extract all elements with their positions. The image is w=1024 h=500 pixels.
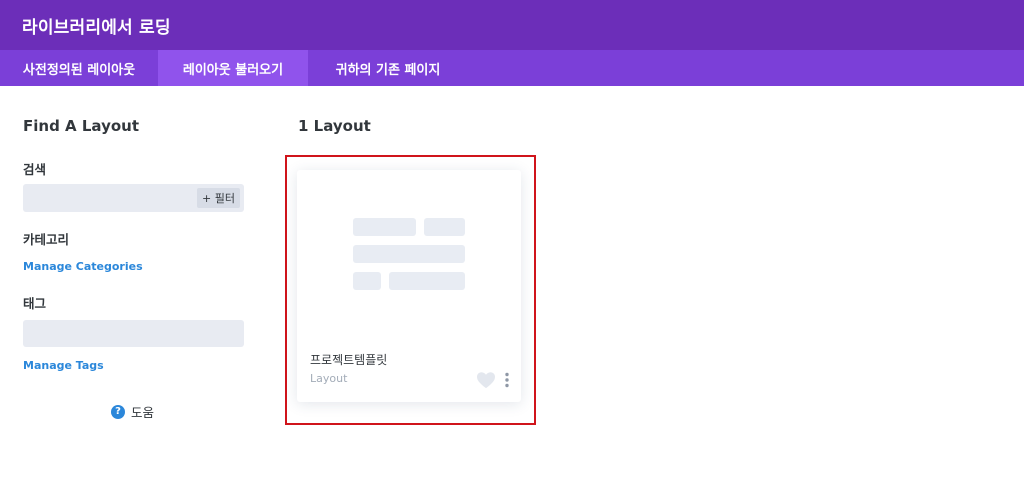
layout-card-title: 프로젝트템플릿: [310, 353, 388, 367]
tag-input[interactable]: [23, 320, 244, 347]
search-label: 검색: [23, 162, 47, 177]
tab-existing-pages[interactable]: 귀하의 기존 페이지: [308, 50, 468, 86]
help-icon: ?: [111, 404, 125, 419]
tag-label: 태그: [23, 296, 47, 311]
search-input[interactable]: + 필터: [23, 184, 244, 212]
header-title: 라이브러리에서 로딩: [22, 17, 171, 38]
heart-icon[interactable]: [476, 371, 496, 389]
sidebar-heading: Find A Layout: [23, 117, 140, 135]
more-options-icon[interactable]: [502, 372, 512, 388]
help-button[interactable]: ? 도움: [111, 402, 154, 421]
category-label: 카테고리: [23, 232, 70, 247]
filter-button[interactable]: + 필터: [197, 188, 240, 208]
tab-load-layout[interactable]: 레이아웃 불러오기: [158, 50, 308, 86]
layout-card-type: Layout: [310, 372, 348, 385]
tab-bar: 사전정의된 레이아웃 레이아웃 불러오기 귀하의 기존 페이지: [0, 50, 1024, 86]
help-label: 도움: [131, 405, 155, 420]
layout-card[interactable]: 프로젝트템플릿 Layout: [297, 170, 521, 402]
modal-header: 라이브러리에서 로딩: [0, 0, 1024, 50]
tab-predefined-layouts[interactable]: 사전정의된 레이아웃: [0, 50, 158, 86]
results-count: 1 Layout: [298, 117, 371, 135]
manage-categories-link[interactable]: Manage Categories: [23, 260, 143, 273]
manage-tags-link[interactable]: Manage Tags: [23, 359, 104, 372]
